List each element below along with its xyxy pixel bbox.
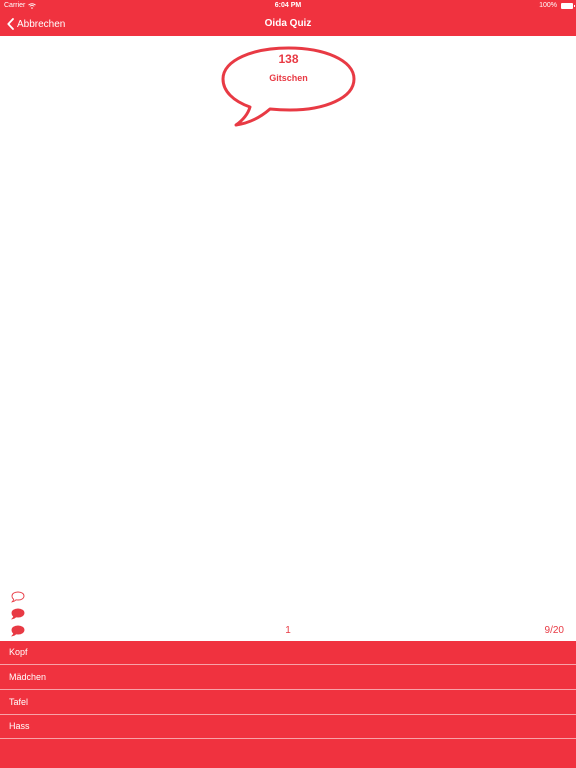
answer-option-2[interactable]: Mädchen [0, 666, 576, 690]
answer-option-4[interactable]: Hass [0, 715, 576, 739]
answer-option-3[interactable]: Tafel [0, 691, 576, 715]
page-title: Oida Quiz [264, 18, 312, 29]
question-bubble: 138 Gitschen [220, 46, 357, 128]
battery-icon [561, 3, 575, 9]
question-word: Gitschen [269, 73, 308, 83]
battery-percent: 100% [539, 2, 557, 9]
navigation-bar: Abbrechen Oida Quiz [0, 12, 576, 36]
score-value: 1 [285, 625, 291, 636]
speech-bubble-outline-icon [10, 590, 25, 608]
answer-list: Kopf Mädchen Tafel Hass [0, 641, 576, 768]
status-bar: Carrier 6:04 PM 100% [0, 0, 576, 12]
question-number: 138 [278, 52, 299, 66]
question-progress: 9/20 [544, 625, 564, 636]
quiz-status: 1 9/20 [0, 623, 576, 637]
answer-option-1[interactable]: Kopf [0, 641, 576, 665]
status-time: 6:04 PM [274, 2, 302, 9]
top-bar: Carrier 6:04 PM 100% Abbrechen Oida Quiz [0, 0, 576, 36]
